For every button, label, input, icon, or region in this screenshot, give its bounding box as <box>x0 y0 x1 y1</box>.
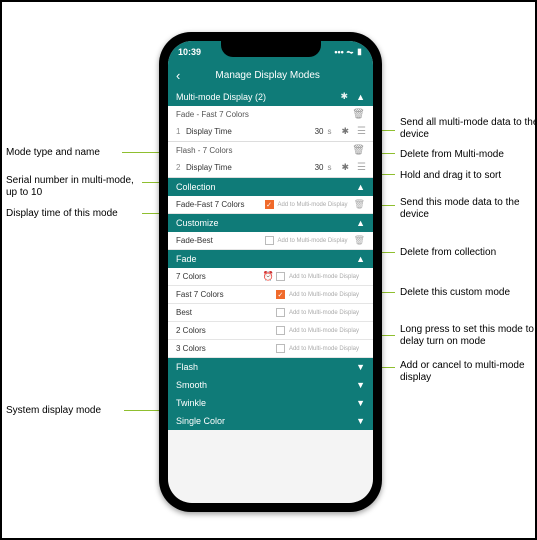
chevron-down-icon[interactable]: ▼ <box>356 362 365 372</box>
annotation-delete-mm: Delete from Multi-mode <box>400 149 504 161</box>
add-to-multimode-checkbox[interactable] <box>276 344 285 353</box>
add-label: Add to Multi-mode Display <box>289 310 359 316</box>
chevron-up-icon[interactable]: ▲ <box>356 92 365 102</box>
drag-handle-icon[interactable]: ☰ <box>357 162 365 173</box>
bluetooth-send-icon[interactable]: ✱ <box>341 126 349 137</box>
add-label: Add to Multi-mode Display <box>289 274 359 280</box>
display-time-unit: s <box>327 127 331 136</box>
multi-mode-header[interactable]: Multi-mode Display (2) ✱ ▲ <box>168 87 373 106</box>
chevron-up-icon[interactable]: ▲ <box>356 182 365 192</box>
delete-custom-icon[interactable]: 🗑 <box>354 235 365 246</box>
mode-row[interactable]: Fast 7 Colors ✓ Add to Multi-mode Displa… <box>168 286 373 304</box>
display-time-label: Display Time <box>186 163 232 172</box>
add-label: Add to Multi-mode Display <box>278 238 348 244</box>
customize-item[interactable]: Fade-Best Add to Multi-mode Display 🗑 <box>168 232 373 250</box>
status-icons: ••• ⏦ ▮ <box>334 47 363 58</box>
group-title: Flash <box>176 362 198 372</box>
add-to-multimode-checkbox[interactable]: ✓ <box>265 200 274 209</box>
add-to-multimode-checkbox[interactable] <box>265 236 274 245</box>
annotation-add-cancel: Add or cancel to multi-mode display <box>400 360 537 383</box>
display-time-label: Display Time <box>186 127 232 136</box>
annotation-display-time: Display time of this mode <box>6 208 146 220</box>
add-label: Add to Multi-mode Display <box>289 328 359 334</box>
delete-multi-mode-icon[interactable]: 🗑 <box>352 145 365 156</box>
mode-row[interactable]: 3 Colors Add to Multi-mode Display <box>168 340 373 358</box>
mode-name: Best <box>176 308 192 317</box>
phone-notch <box>221 41 321 57</box>
display-time-value[interactable]: 30 <box>315 127 324 136</box>
delete-multi-mode-icon[interactable]: 🗑 <box>352 109 365 120</box>
phone-screen: 10:39 ••• ⏦ ▮ ‹ Manage Display Modes Mul… <box>168 41 373 503</box>
serial-number: 2 <box>176 163 186 172</box>
mode-name: 7 Colors <box>176 272 206 281</box>
add-to-multimode-checkbox[interactable] <box>276 272 285 281</box>
add-label: Add to Multi-mode Display <box>289 346 359 352</box>
add-label: Add to Multi-mode Display <box>289 292 359 298</box>
add-to-multimode-checkbox[interactable]: ✓ <box>276 290 285 299</box>
add-to-multimode-checkbox[interactable] <box>276 308 285 317</box>
serial-number: 1 <box>176 127 186 136</box>
mode-name: Flash - 7 Colors <box>176 146 232 155</box>
customize-header[interactable]: Customize ▲ <box>168 214 373 232</box>
bluetooth-send-icon[interactable]: ✱ <box>341 162 349 173</box>
back-button[interactable]: ‹ <box>176 68 180 83</box>
annotation-delete-custom: Delete this custom mode <box>400 287 510 299</box>
annotation-system-mode: System display mode <box>6 405 101 417</box>
chevron-up-icon[interactable]: ▲ <box>356 218 365 228</box>
group-title: Fade <box>176 254 197 264</box>
add-label: Add to Multi-mode Display <box>278 202 348 208</box>
smooth-header[interactable]: Smooth ▼ <box>168 376 373 394</box>
group-title: Twinkle <box>176 398 206 408</box>
status-time: 10:39 <box>178 47 201 57</box>
display-time-unit: s <box>327 163 331 172</box>
multi-mode-item: Flash - 7 Colors 🗑 2 Display Time 30 s ✱… <box>168 142 373 178</box>
group-title: Single Color <box>176 416 225 426</box>
annotation-delete-coll: Delete from collection <box>400 247 496 259</box>
mode-name: 3 Colors <box>176 344 206 353</box>
fade-header[interactable]: Fade ▲ <box>168 250 373 268</box>
collection-item-name: Fade-Fast 7 Colors <box>176 200 244 209</box>
annotation-drag-sort: Hold and drag it to sort <box>400 170 501 182</box>
multi-mode-item: Fade - Fast 7 Colors 🗑 1 Display Time 30… <box>168 106 373 142</box>
app-header: ‹ Manage Display Modes <box>168 63 373 87</box>
mode-name: 2 Colors <box>176 326 206 335</box>
single-color-header[interactable]: Single Color ▼ <box>168 412 373 430</box>
flash-header[interactable]: Flash ▼ <box>168 358 373 376</box>
twinkle-header[interactable]: Twinkle ▼ <box>168 394 373 412</box>
display-time-value[interactable]: 30 <box>315 163 324 172</box>
collection-item[interactable]: Fade-Fast 7 Colors ✓ Add to Multi-mode D… <box>168 196 373 214</box>
add-to-multimode-checkbox[interactable] <box>276 326 285 335</box>
mode-row[interactable]: 2 Colors Add to Multi-mode Display <box>168 322 373 340</box>
content-scroll[interactable]: Multi-mode Display (2) ✱ ▲ Fade - Fast 7… <box>168 87 373 503</box>
annotation-longpress: Long press to set this mode to delay tur… <box>400 324 537 347</box>
chevron-down-icon[interactable]: ▼ <box>356 416 365 426</box>
chevron-up-icon[interactable]: ▲ <box>356 254 365 264</box>
chevron-down-icon[interactable]: ▼ <box>356 380 365 390</box>
group-title: Smooth <box>176 380 207 390</box>
annotation-serial: Serial number in multi-mode, up to 10 <box>6 175 146 198</box>
collection-header[interactable]: Collection ▲ <box>168 178 373 196</box>
delete-collection-icon[interactable]: 🗑 <box>354 199 365 210</box>
mode-name: Fast 7 Colors <box>176 290 224 299</box>
collection-title: Collection <box>176 182 216 192</box>
multi-mode-title: Multi-mode Display (2) <box>176 92 266 102</box>
annotation-send-one: Send this mode data to the device <box>400 197 537 220</box>
alarm-icon[interactable]: ⏰ <box>263 271 274 282</box>
bluetooth-send-all-icon[interactable]: ✱ <box>341 91 349 102</box>
annotation-mode-type: Mode type and name <box>6 147 100 159</box>
phone-frame: 10:39 ••• ⏦ ▮ ‹ Manage Display Modes Mul… <box>159 32 382 512</box>
page-title: Manage Display Modes <box>198 70 337 81</box>
customize-title: Customize <box>176 218 219 228</box>
mode-row[interactable]: 7 Colors ⏰ Add to Multi-mode Display <box>168 268 373 286</box>
drag-handle-icon[interactable]: ☰ <box>357 126 365 137</box>
chevron-down-icon[interactable]: ▼ <box>356 398 365 408</box>
mode-name: Fade - Fast 7 Colors <box>176 110 249 119</box>
annotation-send-all: Send all multi-mode data to the device <box>400 117 537 140</box>
customize-item-name: Fade-Best <box>176 236 213 245</box>
mode-row[interactable]: Best Add to Multi-mode Display <box>168 304 373 322</box>
